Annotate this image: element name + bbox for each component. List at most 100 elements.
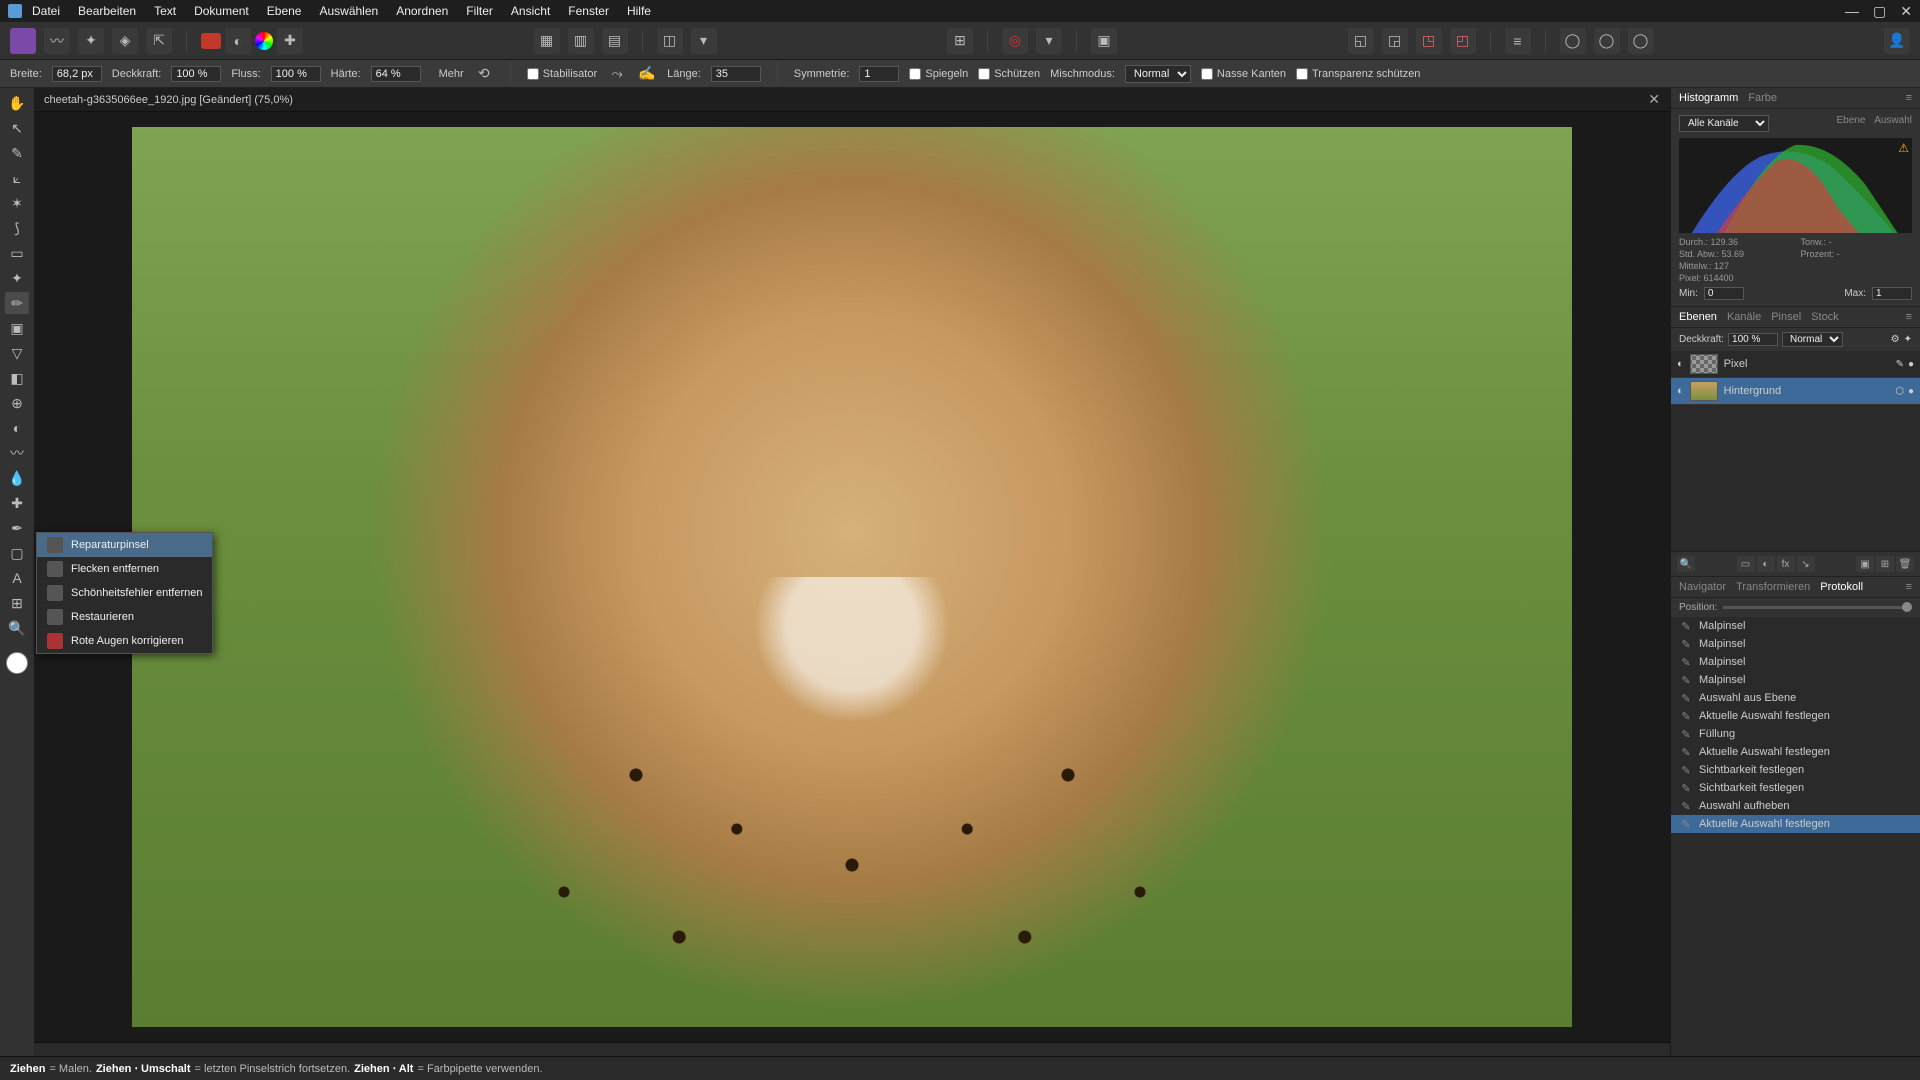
grid2-icon[interactable]: ▥ — [568, 28, 594, 54]
move-tool-icon[interactable]: ↖ — [5, 117, 29, 139]
fill-tool-icon[interactable]: ▣ — [5, 317, 29, 339]
sphere2-icon[interactable]: ◯ — [1594, 28, 1620, 54]
layer-edit-icon[interactable]: ✎ — [1896, 359, 1904, 370]
grid3-icon[interactable]: ▤ — [602, 28, 628, 54]
arrange-front-icon[interactable]: ◳ — [1416, 28, 1442, 54]
export-persona-icon[interactable]: ⇱ — [146, 28, 172, 54]
history-item[interactable]: ✎Auswahl aufheben — [1671, 797, 1920, 815]
history-position-slider[interactable]: Position: — [1671, 598, 1920, 617]
layer-gear-icon[interactable]: ⚙ — [1891, 334, 1900, 345]
hardness-input[interactable] — [371, 66, 421, 82]
pen-tool-icon[interactable]: ✒ — [5, 517, 29, 539]
paint-brush-tool-icon[interactable]: ✏ — [5, 292, 29, 314]
protect-alpha-checkbox[interactable]: Transparenz schützen — [1296, 68, 1420, 80]
sphere3-icon[interactable]: ◯ — [1628, 28, 1654, 54]
blur-tool-icon[interactable]: 💧 — [5, 467, 29, 489]
clip-icon[interactable]: ◫ — [657, 28, 683, 54]
tab-farbe[interactable]: Farbe — [1748, 92, 1777, 104]
layer-fx-icon[interactable]: ✦ — [1904, 334, 1912, 345]
tab-kanaele[interactable]: Kanäle — [1727, 311, 1761, 323]
tab-protokoll[interactable]: Protokoll — [1820, 581, 1863, 593]
history-item[interactable]: ✎Aktuelle Auswahl festlegen — [1671, 707, 1920, 725]
menu-datei[interactable]: Datei — [32, 4, 60, 18]
menu-text[interactable]: Text — [154, 4, 176, 18]
dropdown-icon[interactable]: ▾ — [691, 28, 717, 54]
wet-edges-checkbox[interactable]: Nasse Kanten — [1201, 68, 1286, 80]
account-icon[interactable]: 👤 — [1884, 28, 1910, 54]
tab-stock[interactable]: Stock — [1811, 311, 1839, 323]
flow-input[interactable] — [271, 66, 321, 82]
capture-icon[interactable]: ▣ — [1091, 28, 1117, 54]
layer-blend-select[interactable]: Normal — [1782, 332, 1843, 347]
assets-icon[interactable]: ⊞ — [947, 28, 973, 54]
tab-histogramm[interactable]: Histogramm — [1679, 92, 1738, 104]
document-title[interactable]: cheetah-g3635066ee_1920.jpg [Geändert] (… — [44, 94, 293, 106]
history-item[interactable]: ✎Aktuelle Auswahl festlegen — [1671, 743, 1920, 761]
search-layer-icon[interactable]: 🔍 — [1677, 556, 1695, 572]
width-input[interactable] — [52, 66, 102, 82]
arrange-top-icon[interactable]: ◰ — [1450, 28, 1476, 54]
gradient-tool-icon[interactable]: ▽ — [5, 342, 29, 364]
tab-transformieren[interactable]: Transformieren — [1736, 581, 1810, 593]
zoom-tool-icon[interactable]: 🔍 — [5, 617, 29, 639]
blendmode-select[interactable]: Normal — [1125, 65, 1191, 83]
more-button[interactable]: Mehr — [439, 68, 464, 80]
reset-brush-icon[interactable]: ⟲ — [474, 65, 494, 83]
max-input[interactable] — [1872, 287, 1912, 300]
stabilizer-checkbox[interactable]: Stabilisator — [527, 68, 597, 80]
target-icon[interactable]: ◎ — [1002, 28, 1028, 54]
lasso-tool-icon[interactable]: ⟆ — [5, 217, 29, 239]
layer-lock-icon[interactable]: ⬡ — [1895, 386, 1904, 397]
history-item[interactable]: ✎Füllung — [1671, 725, 1920, 743]
layer-show-icon[interactable]: ● — [1908, 386, 1914, 397]
clip-icon[interactable]: ↘ — [1797, 556, 1815, 572]
flyout-healing-brush[interactable]: Reparaturpinsel — [37, 533, 212, 557]
history-item[interactable]: ✎Malpinsel — [1671, 635, 1920, 653]
window-close-icon[interactable]: ✕ — [1900, 3, 1912, 20]
history-item[interactable]: ✎Sichtbarkeit festlegen — [1671, 761, 1920, 779]
layer-visibility-icon[interactable]: ◐ — [1677, 358, 1684, 370]
foreground-color-swatch[interactable] — [6, 652, 28, 674]
min-input[interactable] — [1704, 287, 1744, 300]
hand-tool-icon[interactable]: ✋ — [5, 92, 29, 114]
history-menu-icon[interactable]: ≡ — [1906, 581, 1912, 593]
crop-tool-icon[interactable]: ⟀ — [5, 167, 29, 189]
history-item[interactable]: ✎Sichtbarkeit festlegen — [1671, 779, 1920, 797]
history-item[interactable]: ✎Auswahl aus Ebene — [1671, 689, 1920, 707]
window-maximize-icon[interactable]: ▢ — [1873, 3, 1886, 20]
flyout-blemish[interactable]: Schönheitsfehler entfernen — [37, 581, 212, 605]
flood-select-tool-icon[interactable]: ✦ — [5, 267, 29, 289]
opacity-input[interactable] — [171, 66, 221, 82]
histogram-channel-select[interactable]: Alle Kanäle — [1679, 115, 1769, 132]
dropdown2-icon[interactable]: ▾ — [1036, 28, 1062, 54]
histogram-scope-auswahl[interactable]: Auswahl — [1874, 115, 1912, 126]
panel-menu-icon[interactable]: ≡ — [1906, 92, 1912, 104]
layer-visibility-icon[interactable]: ◐ — [1677, 385, 1684, 397]
photo-persona-icon[interactable] — [10, 28, 36, 54]
liquify-persona-icon[interactable]: 〰 — [44, 28, 70, 54]
menu-fenster[interactable]: Fenster — [568, 4, 609, 18]
shape-tool-icon[interactable]: ▢ — [5, 542, 29, 564]
protect-checkbox[interactable]: Schützen — [978, 68, 1040, 80]
sphere1-icon[interactable]: ◯ — [1560, 28, 1586, 54]
menu-auswaehlen[interactable]: Auswählen — [319, 4, 378, 18]
stab-mode1-icon[interactable]: ⤳ — [607, 65, 627, 83]
group-icon[interactable]: ▣ — [1856, 556, 1874, 572]
menu-ansicht[interactable]: Ansicht — [511, 4, 550, 18]
flyout-inpaint[interactable]: Restaurieren — [37, 605, 212, 629]
brush-small-icon[interactable]: ◐ — [225, 28, 251, 54]
marquee-tool-icon[interactable]: ▭ — [5, 242, 29, 264]
mask-icon[interactable]: ▭ — [1737, 556, 1755, 572]
smudge-tool-icon[interactable]: 〰 — [5, 442, 29, 464]
history-item[interactable]: ✎Malpinsel — [1671, 617, 1920, 635]
history-item[interactable]: ✎Malpinsel — [1671, 653, 1920, 671]
document-close-icon[interactable]: ✕ — [1648, 91, 1660, 108]
text-tool-icon[interactable]: A — [5, 567, 29, 589]
tab-pinsel[interactable]: Pinsel — [1771, 311, 1801, 323]
canvas-viewport[interactable] — [34, 112, 1670, 1042]
histogram-scope-ebene[interactable]: Ebene — [1836, 115, 1865, 126]
menu-dokument[interactable]: Dokument — [194, 4, 249, 18]
menu-filter[interactable]: Filter — [466, 4, 493, 18]
layer-row-hintergrund[interactable]: ◐ Hintergrund ⬡● — [1671, 378, 1920, 405]
menu-ebene[interactable]: Ebene — [267, 4, 302, 18]
